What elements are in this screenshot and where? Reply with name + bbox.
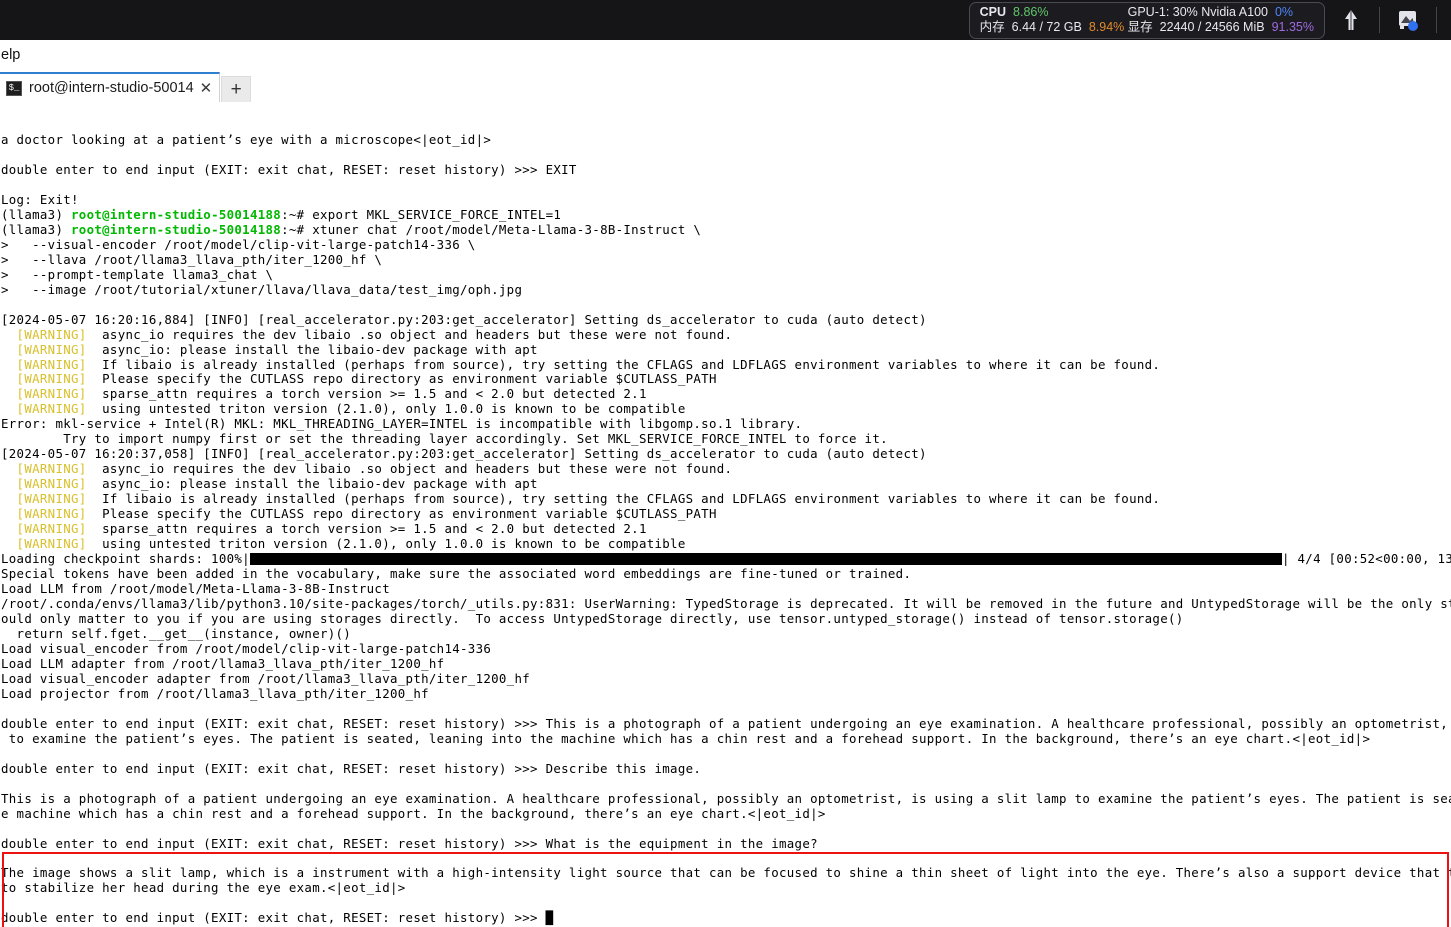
terminal-output-line: [2024-05-07 16:20:16,884] [INFO] [real_a…: [1, 311, 927, 327]
terminal-output-line: > --llava /root/llama3_llava_pth/iter_12…: [1, 251, 383, 267]
tab-title: root@intern-studio-50014: [29, 80, 194, 96]
tab-bar: $_ root@intern-studio-50014 ✕ +: [0, 70, 1451, 102]
vram-percent: 91.35%: [1271, 19, 1314, 34]
terminal-icon: $_: [6, 80, 22, 96]
system-monitor-bar: CPU 8.86% GPU-1: 30% Nvidia A100 0% 内存 6.44…: [0, 0, 1451, 40]
terminal-output-line: > --image /root/tutorial/xtuner/llava/ll…: [1, 281, 523, 297]
terminal-output-line: double enter to end input (EXIT: exit ch…: [1, 715, 1451, 731]
terminal-line-container: a doctor looking at a patient’s eye with…: [1, 132, 1451, 925]
terminal-output-line: The image shows a slit lamp, which is a …: [1, 865, 1451, 881]
terminal-output-line: Special tokens have been added in the vo…: [1, 566, 912, 582]
terminal-output-line: Error: mkl-service + Intel(R) MKL: MKL_T…: [1, 416, 803, 432]
terminal-output-line: Load visual_encoder from /root/model/cli…: [1, 640, 492, 656]
topbar-divider-1: [1379, 7, 1380, 33]
terminal-warning-line: [WARNING] async_io: please install the l…: [1, 341, 538, 357]
terminal-output-line: This is a photograph of a patient underg…: [1, 790, 1451, 806]
terminal-prompt-line: (llama3) root@intern-studio-50014188:~# …: [1, 221, 702, 237]
terminal-warning-line: [WARNING] async_io requires the dev liba…: [1, 326, 733, 342]
menu-bar: elp: [0, 40, 1451, 70]
gpu-stat: GPU-1: 30% Nvidia A100 0%: [1128, 5, 1293, 20]
terminal-output-line: double enter to end input (EXIT: exit ch…: [1, 760, 702, 776]
tab-terminal-session[interactable]: $_ root@intern-studio-50014 ✕: [0, 72, 221, 102]
terminal-output-line: to stabilize her head during the eye exa…: [1, 880, 406, 896]
gpu-value: 0%: [1274, 4, 1294, 19]
memory-percent: 8.94%: [1088, 19, 1125, 34]
terminal-output-line: > --prompt-template llama3_chat \: [1, 266, 274, 282]
terminal-output-line: Load projector from /root/llama3_llava_p…: [1, 685, 429, 701]
sysmon-row-top: CPU 8.86% GPU-1: 30% Nvidia A100 0%: [980, 5, 1314, 20]
topbar-divider-2: [1436, 7, 1437, 33]
memory-label: 内存: [979, 19, 1005, 34]
terminal-prompt-line: (llama3) root@intern-studio-50014188:~# …: [1, 206, 562, 222]
terminal-output-line: Load visual_encoder adapter from /root/l…: [1, 670, 531, 686]
system-monitor-panel[interactable]: CPU 8.86% GPU-1: 30% Nvidia A100 0% 内存 6.44…: [968, 1, 1325, 39]
terminal-progress-line: Loading checkpoint shards: 100%| | 4/4 [0…: [1, 551, 1451, 567]
terminal-output[interactable]: a doctor looking at a patient’s eye with…: [0, 102, 1451, 927]
upload-arrow-icon[interactable]: [1337, 6, 1365, 34]
close-icon[interactable]: ✕: [200, 79, 213, 97]
cpu-label: CPU: [979, 4, 1007, 19]
terminal-warning-line: [WARNING] async_io: please install the l…: [1, 476, 538, 492]
gpu-label: GPU-1: 30% Nvidia A100: [1127, 4, 1268, 19]
sysmon-row-bottom: 内存 6.44 / 72 GB 8.94% 显存 22440 / 24566 MiB 9…: [980, 20, 1314, 35]
terminal-warning-line: [WARNING] using untested triton version …: [1, 536, 686, 552]
menu-item-help[interactable]: elp: [1, 47, 20, 63]
terminal-output-line: double enter to end input (EXIT: exit ch…: [1, 835, 818, 851]
terminal-warning-line: [WARNING] If libaio is already installed…: [1, 491, 1161, 507]
screenshot-icon[interactable]: [1394, 6, 1422, 34]
new-tab-button[interactable]: +: [221, 76, 252, 102]
vram-label: 显存: [1127, 19, 1153, 34]
terminal-warning-line: [WARNING] sparse_attn requires a torch v…: [1, 386, 647, 402]
terminal-warning-line: [WARNING] Please specify the CUTLASS rep…: [1, 371, 717, 387]
terminal-output-line: e machine which has a chin rest and a fo…: [1, 805, 826, 821]
terminal-warning-line: [WARNING] sparse_attn requires a torch v…: [1, 521, 647, 537]
terminal-output-line: a doctor looking at a patient’s eye with…: [1, 131, 492, 147]
terminal-output-line: Load LLM adapter from /root/llama3_llava…: [1, 655, 445, 671]
terminal-warning-line: [WARNING] async_io requires the dev liba…: [1, 461, 733, 477]
terminal-output-line: Log: Exit!: [1, 191, 79, 207]
terminal-output-line: ould only matter to you if you are using…: [1, 610, 1184, 626]
terminal-output-line: /root/.conda/envs/llama3/lib/python3.10/…: [1, 596, 1451, 611]
terminal-active-input-line: double enter to end input (EXIT: exit ch…: [1, 910, 554, 926]
terminal-output-line: to examine the patient’s eyes. The patie…: [1, 730, 1371, 746]
terminal-output-line: > --visual-encoder /root/model/clip-vit-…: [1, 236, 476, 252]
vram-stat: 显存 22440 / 24566 MiB 91.35%: [1128, 20, 1314, 35]
terminal-warning-line: [WARNING] Please specify the CUTLASS rep…: [1, 506, 717, 522]
memory-stat: 内存 6.44 / 72 GB 8.94%: [980, 20, 1128, 35]
terminal-output-line: Try to import numpy first or set the thr…: [1, 431, 888, 447]
terminal-output-line: Load LLM from /root/model/Meta-Llama-3-8…: [1, 581, 390, 597]
terminal-warning-line: [WARNING] If libaio is already installed…: [1, 356, 1161, 372]
terminal-output-line: [2024-05-07 16:20:37,058] [INFO] [real_a…: [1, 446, 927, 462]
vram-value: 22440 / 24566 MiB: [1159, 19, 1265, 34]
memory-value: 6.44 / 72 GB: [1011, 19, 1082, 34]
terminal-output-line: return self.fget.__get__(instance, owner…: [1, 625, 352, 641]
terminal-warning-line: [WARNING] using untested triton version …: [1, 401, 686, 417]
terminal-output-line: double enter to end input (EXIT: exit ch…: [1, 161, 577, 177]
topbar-icon-group: [1337, 0, 1451, 40]
text-cursor: █: [545, 910, 554, 926]
cpu-value: 8.86%: [1013, 4, 1049, 19]
cpu-stat: CPU 8.86%: [980, 5, 1128, 20]
